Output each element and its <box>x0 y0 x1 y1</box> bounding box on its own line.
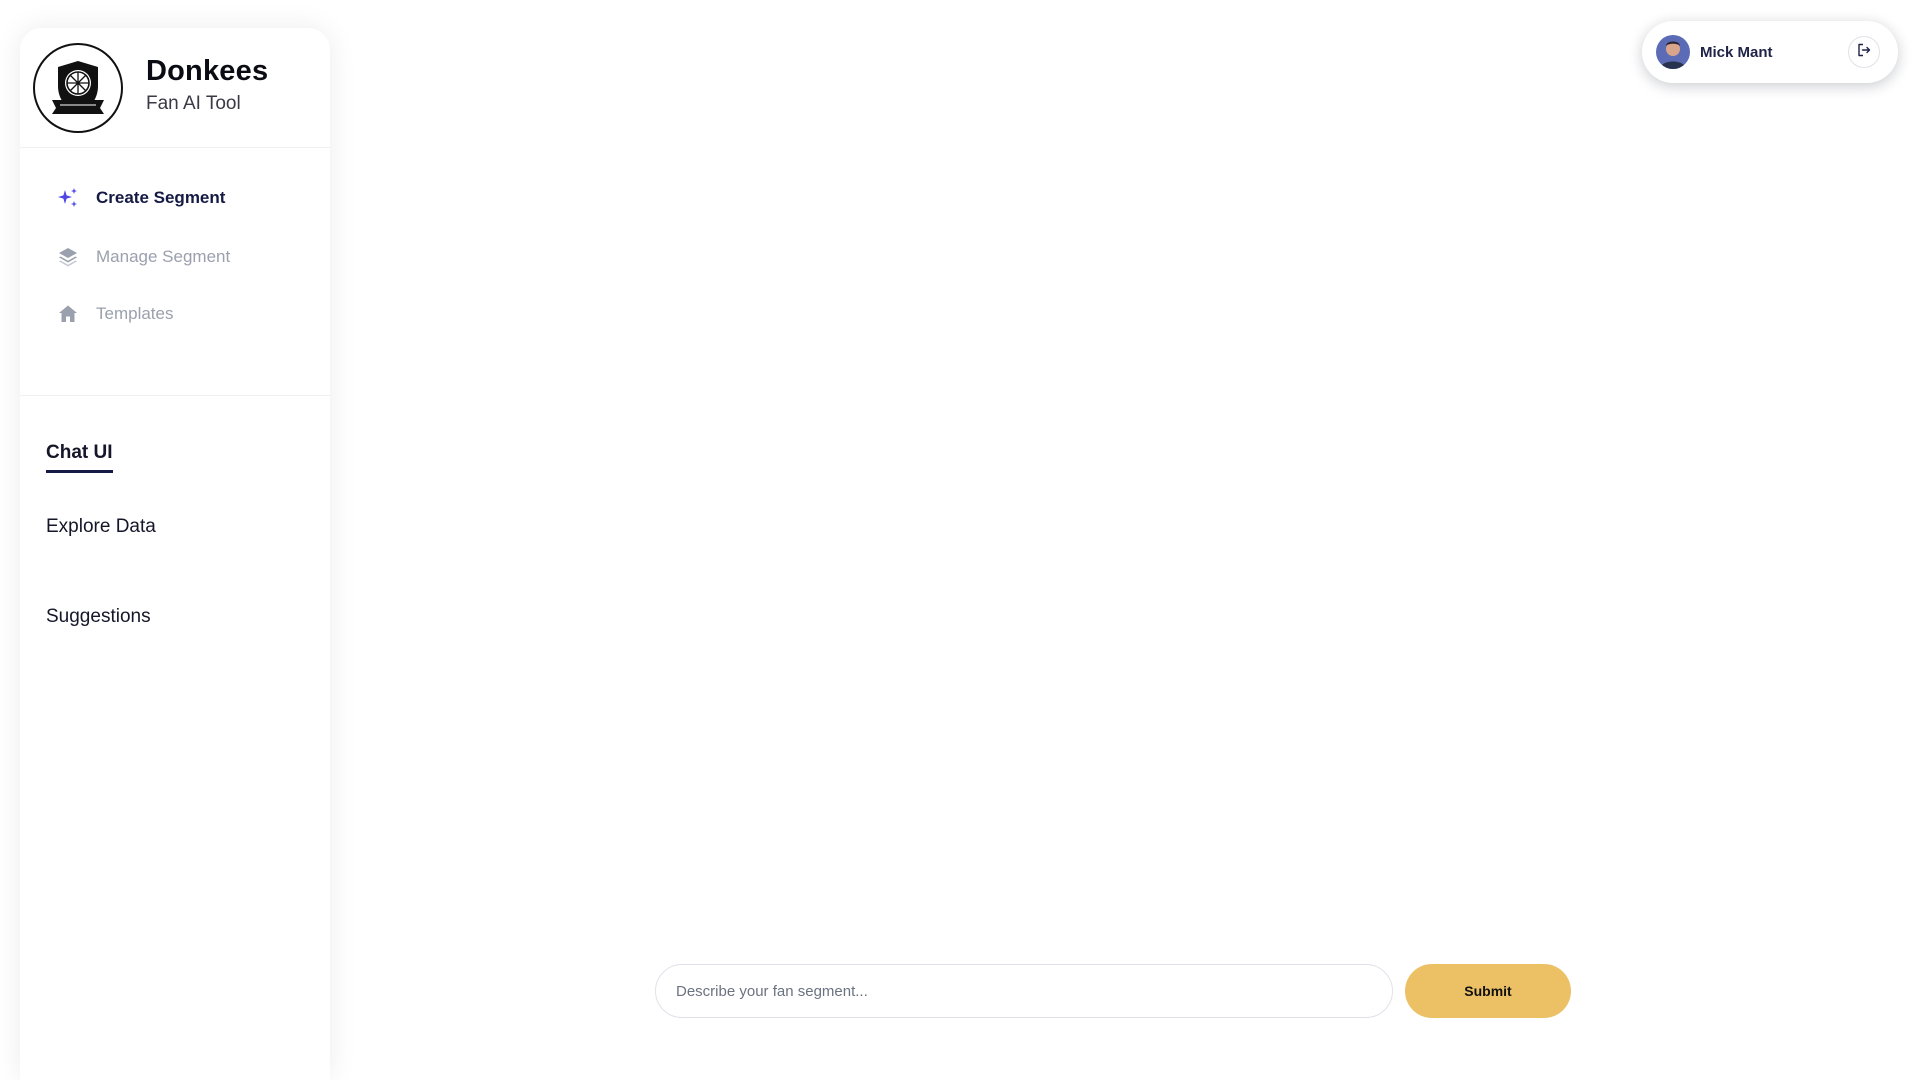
sidebar-nav: Create Segment Manage Segment Templates <box>20 148 330 396</box>
user-menu[interactable]: Mick Mant <box>1642 21 1898 83</box>
sparkles-icon <box>56 186 80 210</box>
nav-item-manage-segment[interactable]: Manage Segment <box>20 237 330 277</box>
view-tabs: Chat UI Explore Data Suggestions <box>20 396 330 694</box>
avatar <box>1656 35 1690 69</box>
brand-header: Donkees Fan AI Tool <box>20 28 330 148</box>
home-icon <box>56 302 80 326</box>
nav-label-create-segment: Create Segment <box>96 188 226 207</box>
tab-wrap-suggestions: Suggestions <box>46 604 330 694</box>
prompt-composer: Submit <box>655 964 1571 1018</box>
tab-suggestions[interactable]: Suggestions <box>46 604 151 630</box>
tab-wrap-explore-data: Explore Data <box>46 514 330 604</box>
shield-logo-icon <box>52 60 104 114</box>
brand-text: Donkees Fan AI Tool <box>146 53 268 117</box>
user-name: Mick Mant <box>1700 43 1773 61</box>
sidebar: Donkees Fan AI Tool Create Segment Manag… <box>20 28 330 1080</box>
nav-label-templates: Templates <box>96 304 174 323</box>
tab-explore-data[interactable]: Explore Data <box>46 514 156 540</box>
logout-button[interactable] <box>1848 36 1880 68</box>
brand-subtitle: Fan AI Tool <box>146 92 241 114</box>
nav-item-templates[interactable]: Templates <box>20 294 330 334</box>
nav-label-manage-segment: Manage Segment <box>96 247 231 266</box>
tab-wrap-chat-ui: Chat UI <box>46 440 330 514</box>
layers-icon <box>56 245 80 269</box>
nav-item-create-segment[interactable]: Create Segment <box>20 178 330 218</box>
segment-description-input[interactable] <box>655 964 1393 1018</box>
tab-chat-ui[interactable]: Chat UI <box>46 440 113 473</box>
submit-button[interactable]: Submit <box>1405 964 1571 1018</box>
app-root: Donkees Fan AI Tool Create Segment Manag… <box>0 0 1920 1080</box>
brand-name: Donkees <box>146 54 269 87</box>
logo <box>33 42 123 133</box>
logout-icon <box>1856 42 1872 63</box>
